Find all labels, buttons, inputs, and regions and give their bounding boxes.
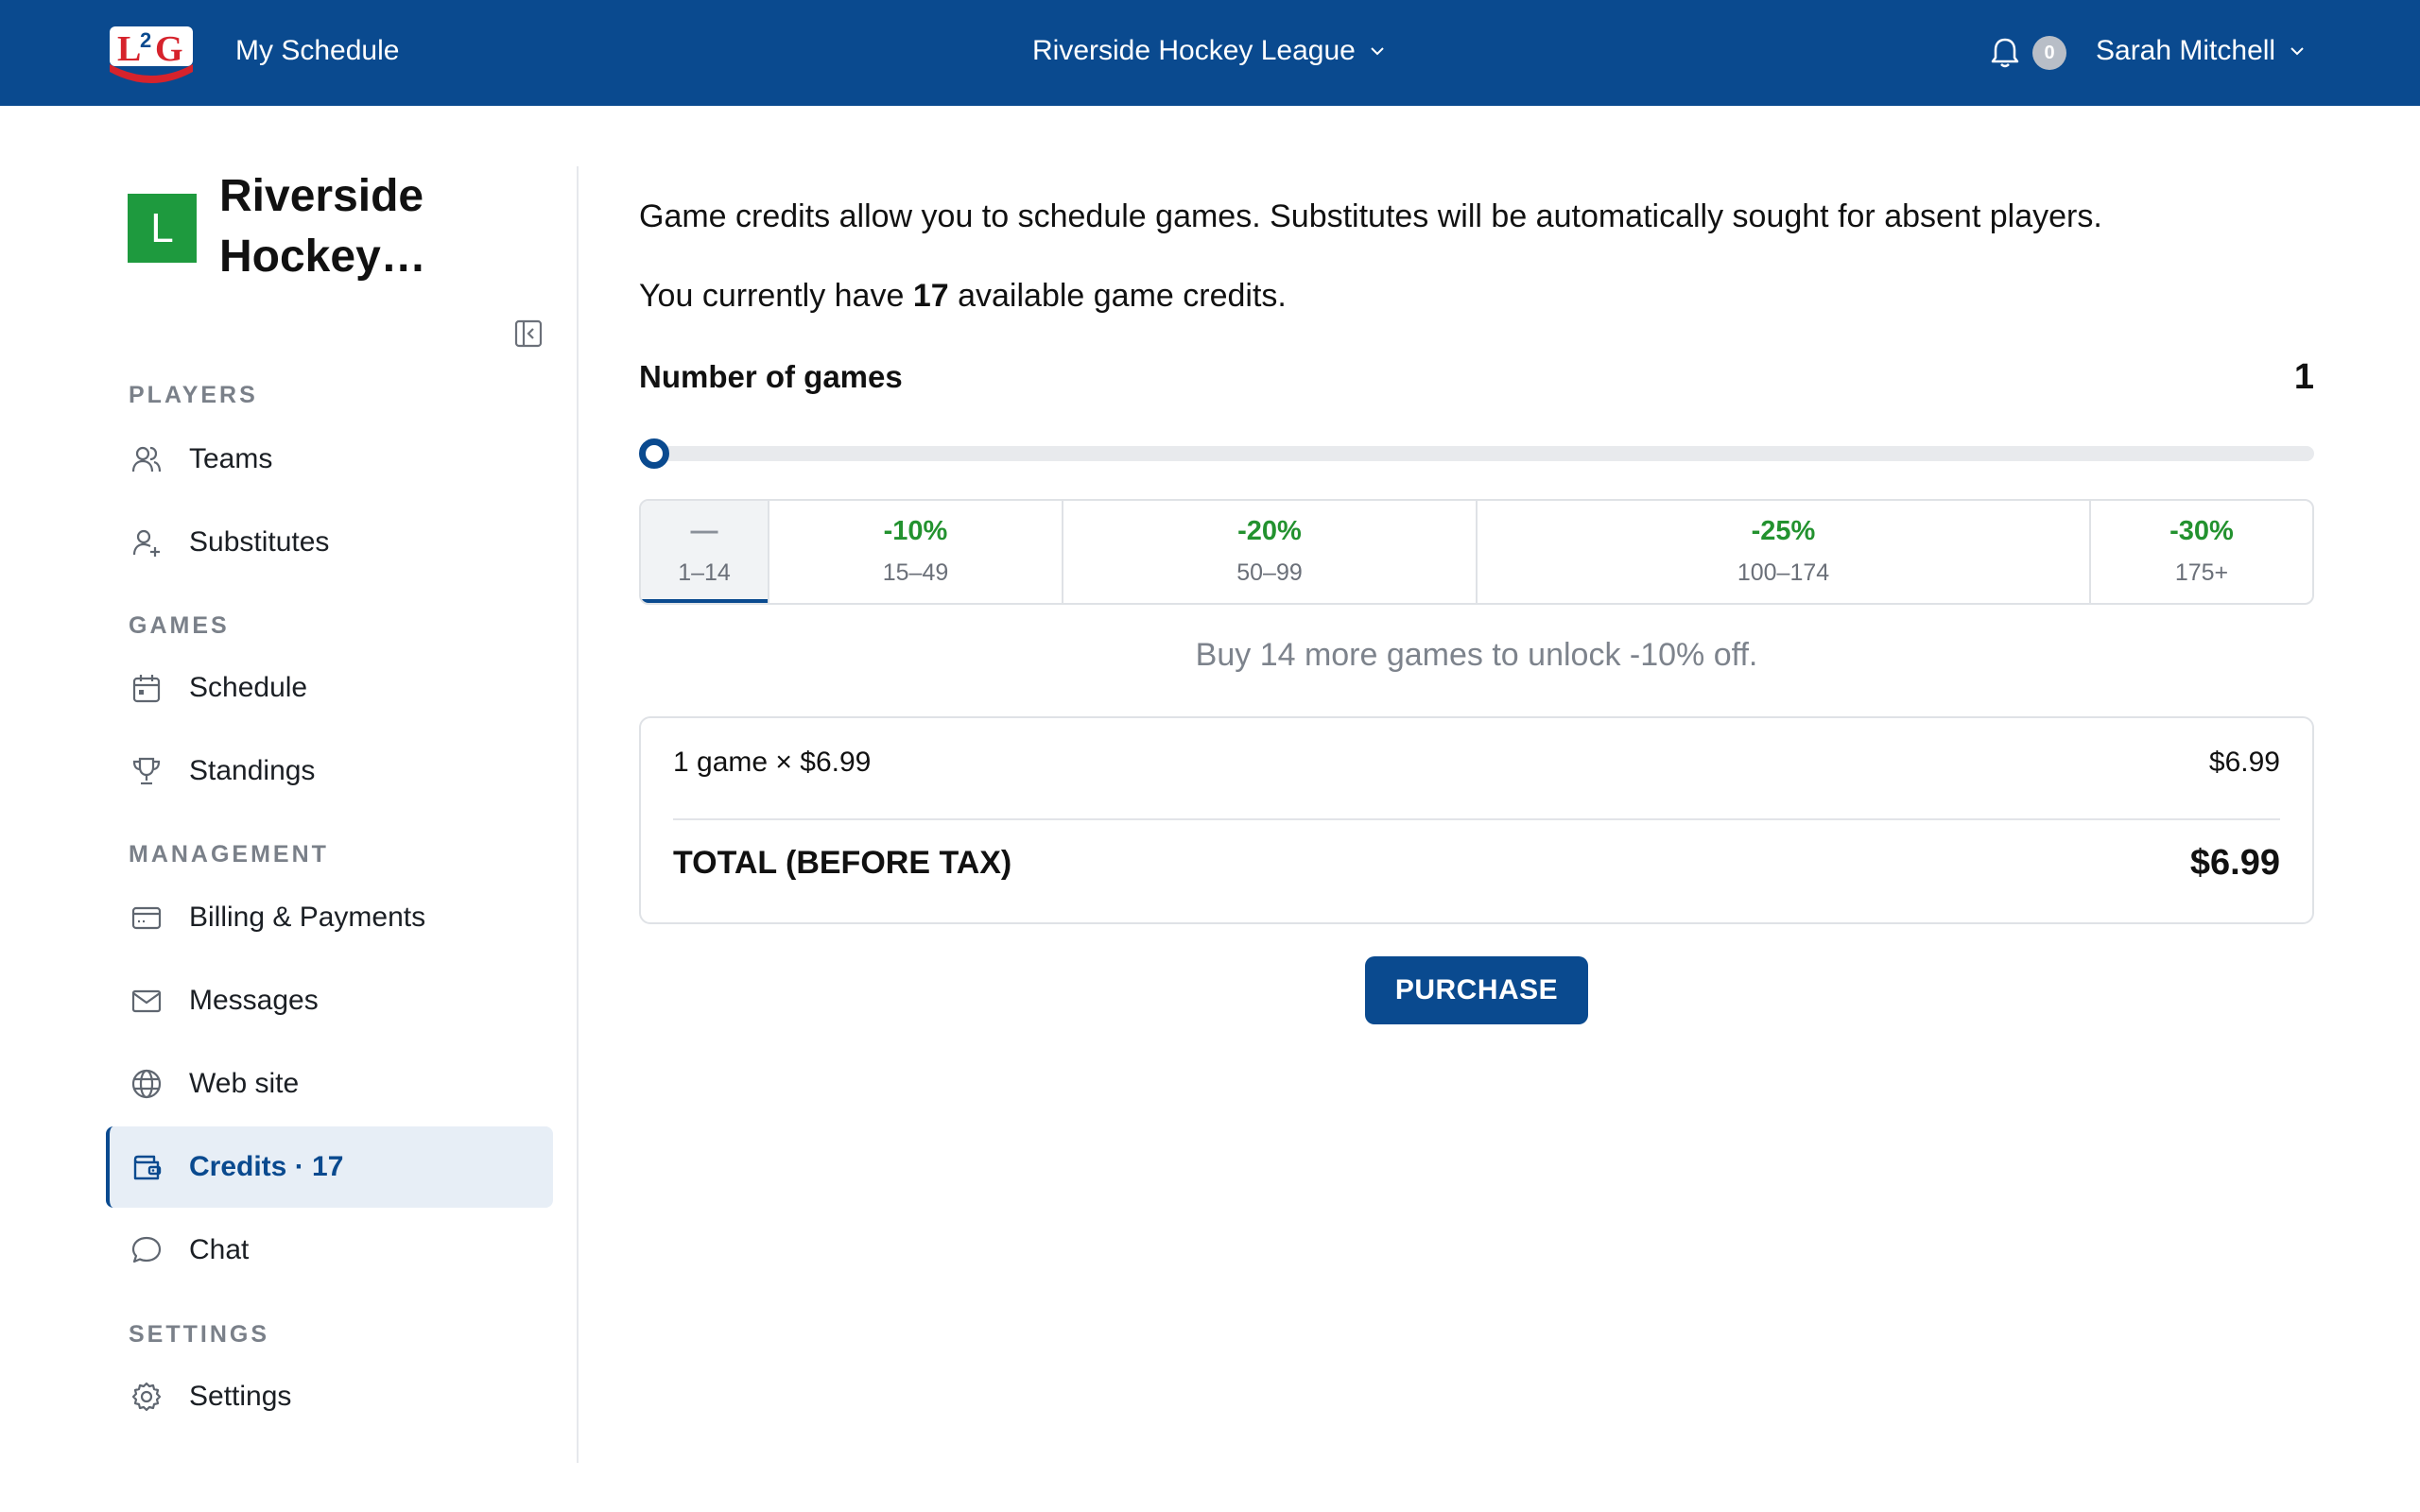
sidebar-item-label: Chat xyxy=(189,1234,250,1265)
section-label-games: GAMES xyxy=(129,612,230,639)
sidebar-item-label: Credits · 17 xyxy=(189,1151,344,1182)
sidebar-item-credits[interactable]: Credits · 17 xyxy=(106,1126,553,1208)
svg-text:L: L xyxy=(117,29,141,69)
league-switcher[interactable]: Riverside Hockey League xyxy=(1032,34,1386,68)
sidebar-item-label: Settings xyxy=(189,1381,292,1412)
tier-range: 1–14 xyxy=(678,559,731,586)
sidebar-item-label: Messages xyxy=(189,985,319,1016)
sidebar-divider xyxy=(577,166,579,1463)
gear-icon xyxy=(129,1379,164,1415)
tier-range: 50–99 xyxy=(1236,559,1303,586)
svg-text:2: 2 xyxy=(140,28,151,52)
users-icon xyxy=(129,441,164,477)
sidebar-item-schedule[interactable]: Schedule xyxy=(106,647,553,729)
tier-discount: -10% xyxy=(883,516,948,546)
tier-discount: -20% xyxy=(1237,516,1302,546)
org-avatar: L xyxy=(128,194,197,263)
tier-discount: -25% xyxy=(1751,516,1816,546)
tier-100-174[interactable]: -25% 100–174 xyxy=(1478,501,2091,603)
line-item-description: 1 game × $6.99 xyxy=(673,747,872,778)
envelope-icon xyxy=(129,983,164,1019)
sidebar-item-label: Web site xyxy=(189,1068,300,1099)
sidebar-item-label: Teams xyxy=(189,443,273,474)
tier-15-49[interactable]: -10% 15–49 xyxy=(769,501,1063,603)
user-name: Sarah Mitchell xyxy=(2096,35,2276,66)
credits-suffix: available game credits. xyxy=(948,278,1287,314)
summary-divider xyxy=(673,818,2280,820)
tier-175-plus[interactable]: -30% 175+ xyxy=(2091,501,2312,603)
line-item-amount: $6.99 xyxy=(2208,747,2280,778)
chevron-down-icon xyxy=(2290,47,2304,56)
sidebar-item-substitutes[interactable]: Substitutes xyxy=(106,502,553,583)
league-name: Riverside Hockey League xyxy=(1032,35,1356,66)
logo-mark: L 2 G xyxy=(110,26,193,83)
order-summary: 1 game × $6.99 $6.99 TOTAL (BEFORE TAX) … xyxy=(639,716,2314,924)
sidebar-item-label: Standings xyxy=(189,755,316,786)
tier-50-99[interactable]: -20% 50–99 xyxy=(1063,501,1478,603)
chevron-down-icon xyxy=(1371,47,1384,56)
available-credits-text: You currently have 17 available game cre… xyxy=(639,276,1287,316)
wallet-icon xyxy=(129,1149,164,1185)
org-name: Riverside Hockey… xyxy=(219,171,426,282)
number-of-games-value: 1 xyxy=(2293,357,2314,397)
section-label-players: PLAYERS xyxy=(129,382,258,408)
trophy-icon xyxy=(129,753,164,789)
notification-count-badge[interactable]: 0 xyxy=(2032,36,2066,70)
section-label-settings: SETTINGS xyxy=(129,1321,270,1348)
tier-range: 100–174 xyxy=(1737,559,1830,586)
collapse-sidebar-icon[interactable] xyxy=(514,319,543,348)
total-amount: $6.99 xyxy=(2189,843,2280,883)
sidebar-item-standings[interactable]: Standings xyxy=(106,730,553,812)
sidebar-item-billing[interactable]: Billing & Payments xyxy=(106,877,553,958)
user-menu[interactable]: Sarah Mitchell xyxy=(2096,34,2306,68)
tier-range: 15–49 xyxy=(882,559,949,586)
purchase-button[interactable]: PURCHASE xyxy=(1365,956,1588,1024)
globe-icon xyxy=(129,1066,164,1102)
svg-text:G: G xyxy=(155,29,183,69)
calendar-icon xyxy=(129,670,164,706)
tier-range: 175+ xyxy=(2174,559,2229,586)
chat-bubble-icon xyxy=(129,1232,164,1268)
sidebar-item-chat[interactable]: Chat xyxy=(106,1210,553,1291)
top-bar: L 2 G My Schedule Riverside Hockey Leagu… xyxy=(0,0,2420,106)
credits-intro-text: Game credits allow you to schedule games… xyxy=(639,198,2102,234)
sidebar-item-label: Substitutes xyxy=(189,526,330,558)
sidebar-item-label: Billing & Payments xyxy=(189,902,426,933)
tier-discount: -30% xyxy=(2169,516,2234,546)
my-schedule-link[interactable]: My Schedule xyxy=(235,34,399,68)
games-slider-thumb[interactable] xyxy=(639,438,669,469)
games-slider-track[interactable] xyxy=(639,446,2314,461)
tier-discount: — xyxy=(690,516,718,546)
app-logo[interactable]: L 2 G xyxy=(106,21,197,83)
number-of-games-label: Number of games xyxy=(639,359,903,394)
total-label: TOTAL (BEFORE TAX) xyxy=(673,845,1012,881)
sidebar-item-teams[interactable]: Teams xyxy=(106,419,553,500)
sidebar-item-settings[interactable]: Settings xyxy=(106,1356,553,1437)
bell-icon[interactable] xyxy=(1989,36,2021,70)
discount-tiers: — 1–14 -10% 15–49 -20% 50–99 -25% 100–17… xyxy=(639,499,2314,605)
unlock-discount-hint: Buy 14 more games to unlock -10% off. xyxy=(1195,637,1758,673)
user-plus-icon xyxy=(129,524,164,560)
credits-prefix: You currently have xyxy=(639,278,913,314)
credits-count: 17 xyxy=(912,278,949,314)
sidebar-item-website[interactable]: Web site xyxy=(106,1043,553,1125)
credit-card-icon xyxy=(129,900,164,936)
section-label-management: MANAGEMENT xyxy=(129,841,329,868)
sidebar-item-messages[interactable]: Messages xyxy=(106,960,553,1041)
tier-1-14[interactable]: — 1–14 xyxy=(641,501,769,603)
sidebar-item-label: Schedule xyxy=(189,672,308,703)
